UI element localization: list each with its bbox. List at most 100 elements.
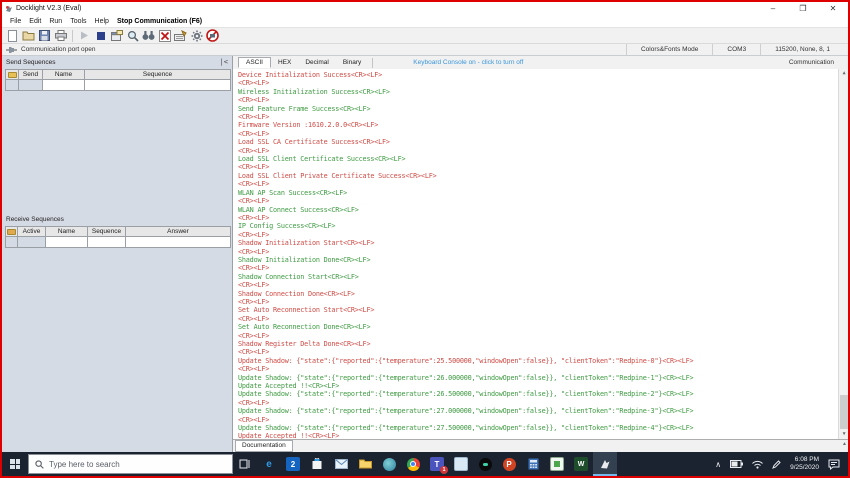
clock-date: 9/25/2020: [790, 464, 819, 471]
receive-col-answer[interactable]: Answer: [126, 226, 231, 237]
close-button[interactable]: ✕: [818, 2, 848, 15]
tab-hex[interactable]: HEX: [271, 58, 298, 67]
taskbar-teams-icon[interactable]: T1: [425, 452, 449, 476]
terminal-line: Send Feature Frame Success<CR><LF>: [238, 104, 371, 113]
clear-terminal-icon[interactable]: [158, 29, 171, 42]
menu-tools[interactable]: Tools: [66, 18, 90, 25]
terminal-line: <CR><LF>: [238, 314, 270, 323]
sequences-panel: Send Sequences |< Send Name Sequence Rec…: [2, 56, 232, 452]
terminal-line: <CR><LF>: [238, 163, 270, 172]
scroll-up-icon[interactable]: ▲: [839, 69, 848, 78]
receive-name-cell[interactable]: [46, 237, 88, 248]
taskbar-search-input[interactable]: Type here to search: [28, 454, 233, 474]
open-file-icon[interactable]: [22, 29, 35, 42]
receive-col-active[interactable]: Active: [18, 226, 46, 237]
terminal-line: Update Shadow: {"state":{"reported":{"te…: [238, 373, 694, 382]
status-com-port[interactable]: COM3: [712, 44, 760, 55]
communication-filter-icon[interactable]: [206, 29, 219, 42]
tab-ascii[interactable]: ASCII: [238, 57, 271, 68]
send-name-cell[interactable]: [43, 80, 85, 91]
start-button[interactable]: [2, 452, 28, 476]
taskbar-powerpoint-icon[interactable]: P: [497, 452, 521, 476]
collapse-panel-button[interactable]: |<: [220, 58, 228, 66]
status-strip: Communication port open Colors&Fonts Mod…: [2, 44, 848, 56]
new-file-icon[interactable]: [6, 29, 19, 42]
taskbar-chrome-icon[interactable]: [401, 452, 425, 476]
menu-file[interactable]: File: [6, 18, 25, 25]
taskbar-media-app-icon[interactable]: [473, 452, 497, 476]
minimize-button[interactable]: –: [758, 2, 788, 15]
print-icon[interactable]: [54, 29, 67, 42]
receive-folder-icon[interactable]: [5, 226, 18, 237]
terminal-line: <CR><LF>: [238, 415, 270, 424]
taskbar-globe-app-icon[interactable]: [377, 452, 401, 476]
send-sequence-cell[interactable]: [85, 80, 231, 91]
terminal-line: Load SSL Client Private Certificate Succ…: [238, 171, 437, 180]
tab-documentation[interactable]: Documentation: [235, 440, 293, 452]
stop-communication-icon[interactable]: [94, 29, 107, 42]
terminal-line: Update Shadow: {"state":{"reported":{"te…: [238, 407, 694, 416]
taskbar-link2-icon[interactable]: 2: [281, 452, 305, 476]
terminal-line: <CR><LF>: [238, 398, 270, 407]
menu-help[interactable]: Help: [91, 18, 113, 25]
documentation-row: Documentation ▲: [233, 439, 848, 452]
pen-icon[interactable]: [772, 459, 781, 469]
status-colors-fonts-mode[interactable]: Colors&Fonts Mode: [625, 44, 712, 55]
maximize-button[interactable]: ❐: [788, 2, 818, 15]
tab-binary[interactable]: Binary: [336, 58, 368, 67]
docklight-app-icon: [6, 5, 12, 12]
terminal-line: <CR><LF>: [238, 96, 270, 105]
taskbar-calculator-icon[interactable]: [521, 452, 545, 476]
keyboard-console-toggle-link[interactable]: Keyboard Console on - click to turn off: [413, 59, 523, 66]
menu-stop-communication[interactable]: Stop Communication (F6): [113, 18, 206, 25]
send-sequences-title: Send Sequences: [6, 59, 56, 66]
scrollbar-thumb[interactable]: [840, 395, 848, 429]
terminal-line: Wireless Initialization Success<CR><LF>: [238, 87, 390, 96]
terminal-scrollbar[interactable]: ▲ ▼: [838, 69, 848, 439]
terminal-line: <CR><LF>: [238, 213, 270, 222]
taskbar-docklight-active-icon[interactable]: [593, 452, 617, 476]
doc-scroll-up-icon[interactable]: ▲: [842, 441, 847, 447]
zoom-icon[interactable]: [126, 29, 139, 42]
taskbar-clock[interactable]: 6:08 PM 9/25/2020: [790, 456, 819, 472]
start-communication-icon[interactable]: [78, 29, 91, 42]
terminal-output[interactable]: ▲ ▼ Device Initialization Success<CR><LF…: [233, 69, 848, 439]
project-settings-icon[interactable]: [110, 29, 123, 42]
receive-col-name[interactable]: Name: [46, 226, 88, 237]
network-wifi-icon[interactable]: [752, 460, 763, 469]
tab-decimal[interactable]: Decimal: [298, 58, 335, 67]
terminal-line: Update Shadow: {"state":{"reported":{"te…: [238, 356, 694, 365]
receive-col-sequence[interactable]: Sequence: [88, 226, 126, 237]
taskbar-notes-icon[interactable]: [449, 452, 473, 476]
windows-logo-icon: [10, 459, 20, 469]
terminal-line: Shadow Initialization Start<CR><LF>: [238, 239, 375, 248]
receive-sequence-cell[interactable]: [88, 237, 126, 248]
send-col-send[interactable]: Send: [19, 69, 43, 80]
keyboard-console-icon[interactable]: [174, 29, 187, 42]
save-icon[interactable]: [38, 29, 51, 42]
hidden-icons-chevron[interactable]: ∧: [715, 460, 721, 469]
taskbar-mail-icon[interactable]: [329, 452, 353, 476]
terminal-line: <CR><LF>: [238, 180, 270, 189]
taskbar-w-app-icon[interactable]: W: [569, 452, 593, 476]
taskbar-file-explorer-icon[interactable]: [353, 452, 377, 476]
scroll-down-icon[interactable]: ▼: [839, 430, 848, 439]
terminal-line: <CR><LF>: [238, 331, 270, 340]
taskbar-image-editor-icon[interactable]: [545, 452, 569, 476]
menu-edit[interactable]: Edit: [25, 18, 45, 25]
taskbar-edge-icon[interactable]: e: [257, 452, 281, 476]
menu-bar: File Edit Run Tools Help Stop Communicat…: [2, 15, 848, 27]
task-view-button[interactable]: [233, 452, 257, 476]
find-binoculars-icon[interactable]: [142, 29, 155, 42]
taskbar-store-icon[interactable]: [305, 452, 329, 476]
menu-run[interactable]: Run: [45, 18, 66, 25]
status-baud-settings[interactable]: 115200, None, 8, 1: [760, 44, 844, 55]
send-col-sequence[interactable]: Sequence: [85, 69, 231, 80]
send-folder-icon[interactable]: [5, 69, 19, 80]
battery-icon[interactable]: [730, 460, 744, 468]
options-gear-icon[interactable]: [190, 29, 203, 42]
send-col-name[interactable]: Name: [43, 69, 85, 80]
action-center-icon[interactable]: [828, 459, 840, 470]
terminal-line: IP Config Success<CR><LF>: [238, 222, 336, 231]
receive-answer-cell[interactable]: [126, 237, 231, 248]
